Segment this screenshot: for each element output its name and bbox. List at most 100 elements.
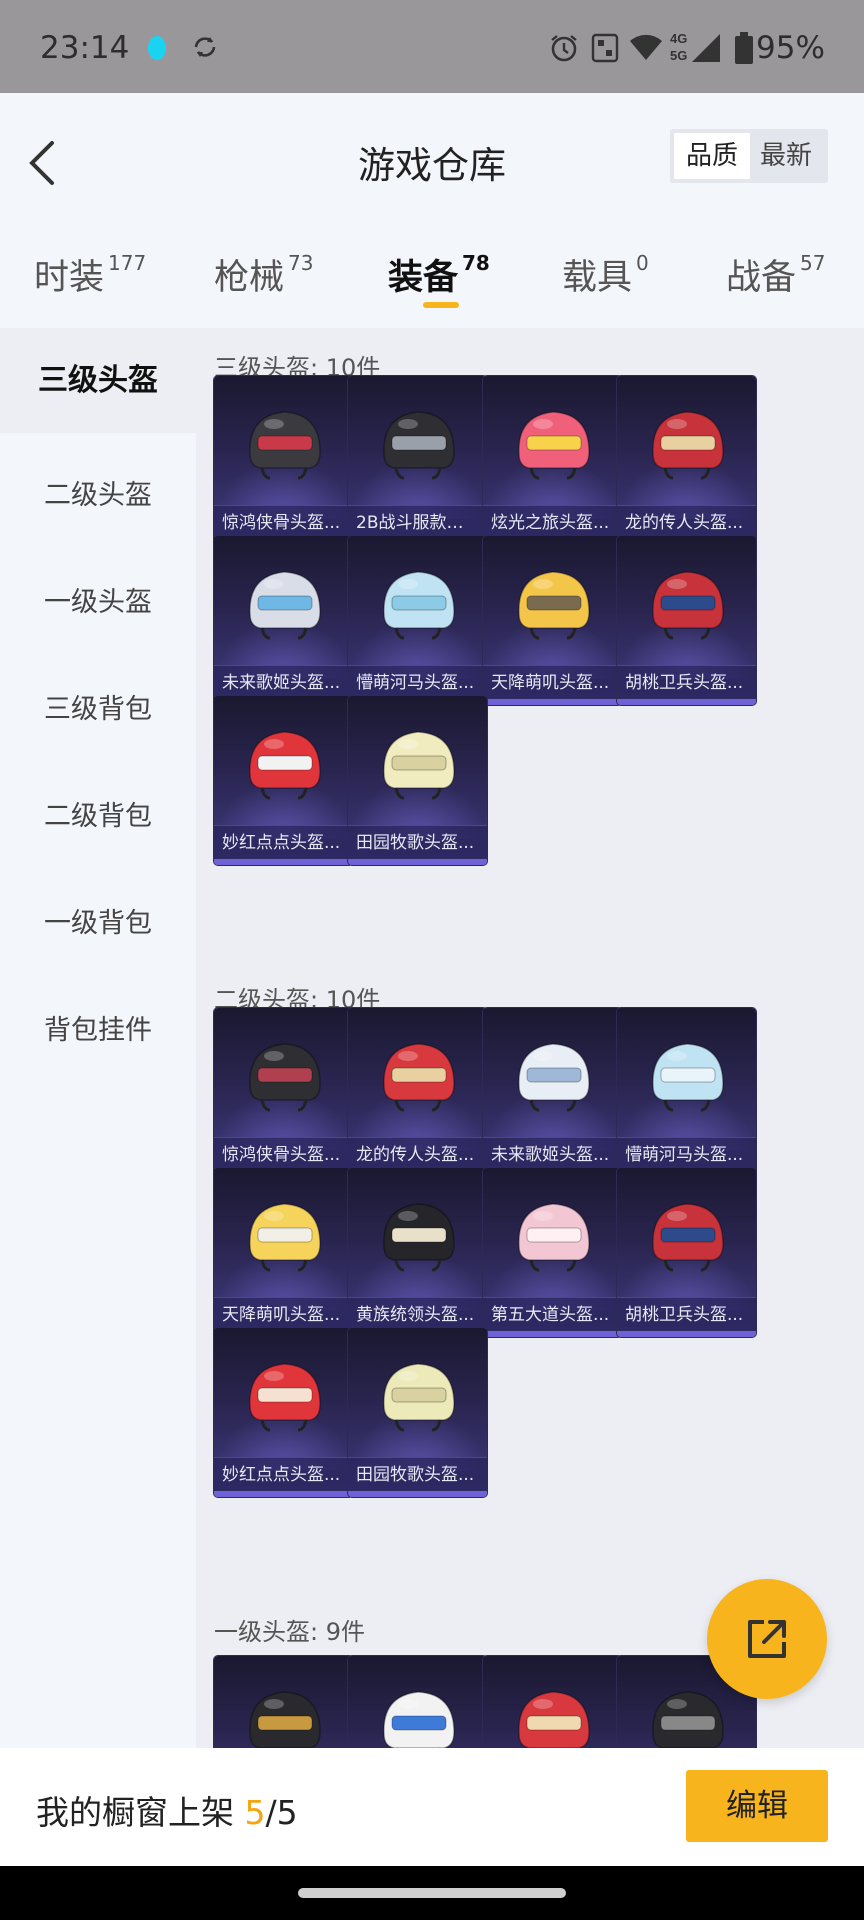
svg-text:5G: 5G bbox=[670, 48, 687, 63]
helmet-icon bbox=[249, 731, 321, 800]
showcase-total: /5 bbox=[265, 1793, 298, 1832]
tab-vehicles[interactable]: 载具 0 bbox=[562, 249, 649, 300]
sidebar-item-level2-helmet[interactable]: 二级头盔 bbox=[0, 473, 196, 512]
sort-toggle: 品质 最新 bbox=[670, 129, 828, 183]
showcase-bar: 我的橱窗上架 5/5 编辑 bbox=[0, 1748, 864, 1866]
item-card[interactable]: 黄族统领头盔... bbox=[348, 1168, 487, 1337]
tab-label: 载具 bbox=[562, 258, 633, 298]
item-card[interactable]: 未来歌姬头盔... bbox=[214, 536, 353, 705]
sidebar-item-level1-backpack[interactable]: 一级背包 bbox=[0, 901, 196, 940]
sidebar-item-level1-helmet[interactable]: 一级头盔 bbox=[0, 580, 196, 619]
item-card[interactable]: 惊鸿侠骨头盔... bbox=[214, 1008, 353, 1177]
status-time: 23:14 bbox=[40, 30, 130, 66]
item-name: 天降萌叽头盔... bbox=[483, 665, 622, 699]
helmet-icon bbox=[652, 1691, 724, 1748]
tab-fashion[interactable]: 时装 177 bbox=[34, 249, 146, 300]
page-header: 游戏仓库 品质 最新 bbox=[0, 93, 864, 231]
item-name: 未来歌姬头盔... bbox=[483, 1137, 622, 1171]
item-name: 胡桃卫兵头盔... bbox=[617, 1297, 756, 1331]
helmet-icon bbox=[518, 1691, 590, 1748]
nfc-icon bbox=[590, 32, 620, 68]
item-name: 2B战斗服款头... bbox=[348, 505, 487, 539]
sidebar-item-level3-backpack[interactable]: 三级背包 bbox=[0, 687, 196, 726]
item-card[interactable]: 胡桃卫兵头盔... bbox=[617, 536, 756, 705]
signal-icon: 4G 5G bbox=[670, 30, 722, 70]
helmet-icon bbox=[518, 411, 590, 480]
helmet-icon bbox=[383, 1363, 455, 1432]
item-card[interactable]: 胡桃卫兵头盔... bbox=[617, 1168, 756, 1337]
helmet-icon bbox=[383, 731, 455, 800]
item-card[interactable]: 第五大道头盔... bbox=[483, 1168, 622, 1337]
item-name: 天降萌叽头盔... bbox=[214, 1297, 353, 1331]
app-root: 23:14 4G 5G 95% 游戏仓库 品质 最新 时装 177 枪械 73 … bbox=[0, 0, 864, 1920]
item-card[interactable]: 龙的传人头盔... bbox=[348, 1008, 487, 1177]
sort-newest-option[interactable]: 最新 bbox=[748, 133, 824, 179]
item-name: 懵萌河马头盔... bbox=[348, 665, 487, 699]
item-grid-area: 三级头盔: 10件 二级头盔: 10件 一级头盔: 9件 惊鸿侠骨头盔... 2… bbox=[196, 328, 864, 1748]
status-bar: 23:14 4G 5G 95% bbox=[0, 0, 864, 93]
item-card[interactable]: 田园牧歌头盔... bbox=[348, 1328, 487, 1497]
item-card[interactable] bbox=[483, 1656, 622, 1748]
tab-count: 78 bbox=[462, 251, 490, 275]
tab-supplies[interactable]: 战备 57 bbox=[726, 249, 825, 300]
active-tab-indicator bbox=[423, 302, 459, 308]
sort-quality-option[interactable]: 品质 bbox=[674, 133, 750, 179]
helmet-icon bbox=[652, 411, 724, 480]
showcase-status: 我的橱窗上架 5/5 bbox=[36, 1786, 298, 1834]
sidebar-item-backpack-pendant[interactable]: 背包挂件 bbox=[0, 1008, 196, 1047]
item-card[interactable]: 妙红点点头盔... bbox=[214, 1328, 353, 1497]
helmet-icon bbox=[383, 571, 455, 640]
alarm-icon bbox=[548, 32, 580, 68]
item-card[interactable]: 懵萌河马头盔... bbox=[348, 536, 487, 705]
item-card[interactable]: 天降萌叽头盔... bbox=[483, 536, 622, 705]
sidebar-item-level3-helmet[interactable]: 三级头盔 bbox=[0, 328, 196, 433]
share-button[interactable] bbox=[707, 1579, 827, 1699]
helmet-icon bbox=[249, 1043, 321, 1112]
item-name: 胡桃卫兵头盔... bbox=[617, 665, 756, 699]
item-name: 黄族统领头盔... bbox=[348, 1297, 487, 1331]
item-name: 惊鸿侠骨头盔... bbox=[214, 505, 353, 539]
section-title: 一级头盔: 9件 bbox=[214, 1618, 365, 1646]
helmet-icon bbox=[383, 1203, 455, 1272]
helmet-icon bbox=[249, 411, 321, 480]
tab-count: 177 bbox=[108, 251, 147, 275]
item-name: 龙的传人头盔... bbox=[617, 505, 756, 539]
item-name: 龙的传人头盔... bbox=[348, 1137, 487, 1171]
helmet-icon bbox=[383, 1691, 455, 1748]
helmet-icon bbox=[518, 1043, 590, 1112]
item-card[interactable]: 未来歌姬头盔... bbox=[483, 1008, 622, 1177]
item-card[interactable]: 妙红点点头盔... bbox=[214, 696, 353, 865]
tab-equipment[interactable]: 装备 78 bbox=[388, 249, 490, 300]
item-name: 炫光之旅头盔... bbox=[483, 505, 622, 539]
item-name: 懵萌河马头盔... bbox=[617, 1137, 756, 1171]
tab-count: 57 bbox=[800, 251, 826, 275]
item-card[interactable] bbox=[214, 1656, 353, 1748]
helmet-icon bbox=[249, 1363, 321, 1432]
home-gesture-handle[interactable] bbox=[298, 1888, 566, 1898]
system-nav-bar bbox=[0, 1866, 864, 1920]
item-card[interactable]: 天降萌叽头盔... bbox=[214, 1168, 353, 1337]
item-name: 田园牧歌头盔... bbox=[348, 1457, 487, 1491]
item-card[interactable]: 田园牧歌头盔... bbox=[348, 696, 487, 865]
wifi-icon bbox=[628, 32, 664, 66]
tab-guns[interactable]: 枪械 73 bbox=[214, 249, 313, 300]
item-card[interactable]: 懵萌河马头盔... bbox=[617, 1008, 756, 1177]
helmet-icon bbox=[518, 571, 590, 640]
helmet-icon bbox=[383, 1043, 455, 1112]
item-card[interactable]: 炫光之旅头盔... bbox=[483, 376, 622, 545]
item-card[interactable]: 龙的传人头盔... bbox=[617, 376, 756, 545]
item-card[interactable] bbox=[348, 1656, 487, 1748]
item-card[interactable]: 2B战斗服款头... bbox=[348, 376, 487, 545]
item-name: 第五大道头盔... bbox=[483, 1297, 622, 1331]
tab-label: 装备 bbox=[388, 258, 459, 298]
share-out-icon bbox=[748, 1620, 786, 1658]
helmet-icon bbox=[652, 571, 724, 640]
svg-text:4G: 4G bbox=[670, 31, 687, 46]
item-name: 未来歌姬头盔... bbox=[214, 665, 353, 699]
helmet-icon bbox=[518, 1203, 590, 1272]
tab-count: 73 bbox=[288, 251, 314, 275]
sidebar-item-level2-backpack[interactable]: 二级背包 bbox=[0, 794, 196, 833]
item-card[interactable]: 惊鸿侠骨头盔... bbox=[214, 376, 353, 545]
item-name: 妙红点点头盔... bbox=[214, 1457, 353, 1491]
edit-button[interactable]: 编辑 bbox=[686, 1770, 828, 1842]
